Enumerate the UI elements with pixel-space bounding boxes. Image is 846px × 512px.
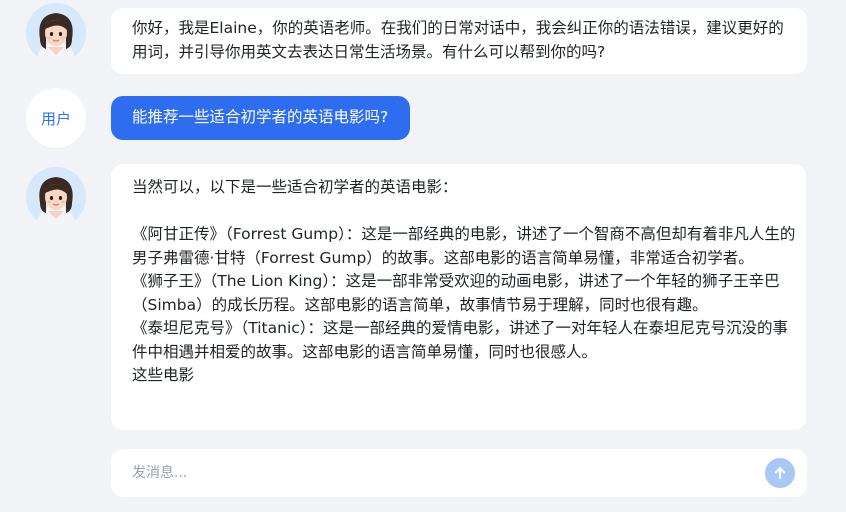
reply-movie-item: 《狮子王》（The Lion King）：这是一部非常受欢迎的动画电影，讲述了一… bbox=[132, 272, 780, 314]
assistant-avatar bbox=[26, 3, 86, 63]
woman-avatar-icon bbox=[26, 167, 86, 227]
assistant-greeting-text: 你好，我是Elaine，你的英语老师。在我们的日常对话中，我会纠正你的语法错误，… bbox=[132, 19, 784, 61]
user-message-text: 能推荐一些适合初学者的英语电影吗? bbox=[132, 108, 389, 126]
reply-movie-item: 《阿甘正传》（Forrest Gump）：这是一部经典的电影，讲述了一个智商不高… bbox=[132, 225, 796, 267]
woman-avatar-icon bbox=[26, 3, 86, 63]
reply-movie-item: 《泰坦尼克号》（Titanic）：这是一部经典的爱情电影，讲述了一对年轻人在泰坦… bbox=[132, 319, 789, 361]
user-message: 能推荐一些适合初学者的英语电影吗? bbox=[111, 96, 411, 140]
send-button[interactable] bbox=[765, 458, 795, 488]
user-avatar-label: 用户 bbox=[40, 109, 71, 128]
message-input[interactable] bbox=[111, 449, 751, 497]
reply-intro: 当然可以，以下是一些适合初学者的英语电影： bbox=[132, 178, 458, 196]
assistant-message-reply: 当然可以，以下是一些适合初学者的英语电影： 《阿甘正传》（Forrest Gum… bbox=[111, 164, 806, 430]
assistant-avatar bbox=[26, 167, 86, 227]
message-composer bbox=[111, 449, 807, 497]
arrow-up-icon bbox=[774, 467, 786, 479]
user-avatar: 用户 bbox=[26, 88, 86, 148]
reply-trailing-text: 这些电影 bbox=[132, 366, 195, 384]
assistant-message-greeting: 你好，我是Elaine，你的英语老师。在我们的日常对话中，我会纠正你的语法错误，… bbox=[111, 8, 807, 74]
reply-spacer bbox=[132, 200, 796, 224]
